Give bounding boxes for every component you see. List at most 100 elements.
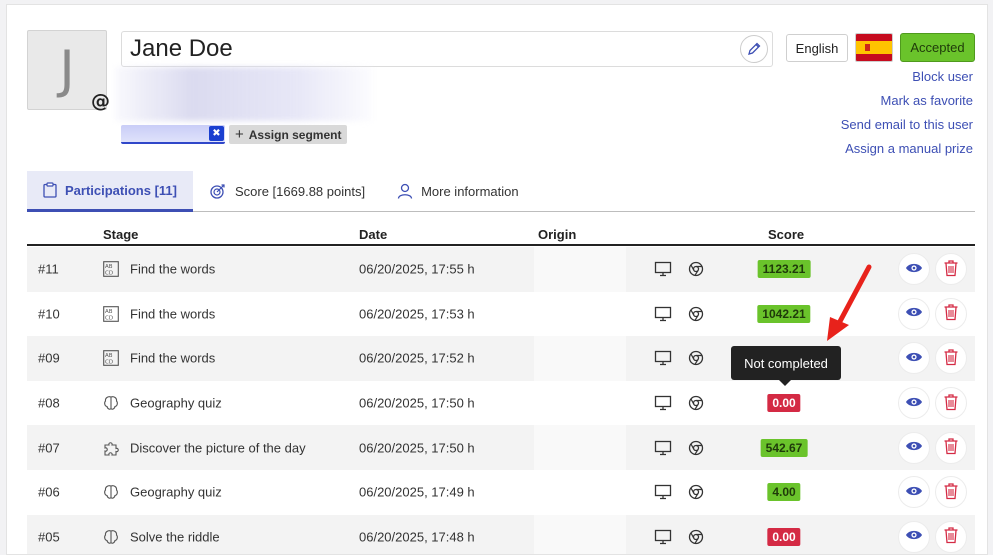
spain-flag-icon[interactable] — [855, 33, 893, 62]
participation-date: 06/20/2025, 17:50 h — [359, 395, 475, 411]
delete-button[interactable] — [935, 253, 967, 286]
svg-text:AB: AB — [105, 353, 113, 359]
origin-redacted — [534, 380, 626, 426]
tab-score[interactable]: Score [1669.88 points] — [193, 171, 381, 211]
edit-name-button[interactable] — [740, 35, 768, 63]
table-row: #08 Geography quiz 06/20/2025, 17:50 h 0.00 — [27, 380, 975, 426]
trash-icon — [943, 348, 959, 369]
eye-icon — [905, 485, 923, 500]
eye-icon — [905, 440, 923, 455]
trash-icon — [943, 482, 959, 503]
name-field[interactable]: Jane Doe — [121, 31, 773, 67]
view-button[interactable] — [898, 431, 930, 464]
stage-name: Geography quiz — [130, 395, 222, 411]
table-row: #06 Geography quiz 06/20/2025, 17:49 h 4.00 — [27, 469, 975, 515]
view-button[interactable] — [898, 253, 930, 286]
trash-icon — [943, 259, 959, 280]
desktop-icon — [654, 440, 672, 456]
user-icon — [397, 183, 413, 199]
score-badge: 0.00 — [767, 527, 801, 546]
desktop-icon — [654, 484, 672, 500]
user-actions: Block user Mark as favorite Send email t… — [841, 68, 973, 164]
tab-more-information[interactable]: More information — [381, 171, 535, 211]
header-score: Score — [768, 227, 805, 242]
svg-text:CD: CD — [105, 271, 113, 277]
delete-button[interactable] — [935, 476, 967, 509]
delete-button[interactable] — [935, 387, 967, 420]
participation-number: #07 — [38, 440, 60, 456]
svg-text:CD: CD — [105, 360, 113, 366]
score-badge: 542.67 — [760, 438, 808, 457]
tab-more-information-label: More information — [421, 183, 519, 199]
puzzle-icon — [103, 440, 119, 456]
table-header: Stage Date Origin Score — [27, 224, 975, 246]
delete-button[interactable] — [935, 297, 967, 330]
score-badge: 1042.21 — [757, 304, 811, 323]
red-arrow-annotation — [827, 264, 872, 341]
chrome-icon — [688, 306, 704, 322]
view-button[interactable] — [898, 520, 930, 553]
svg-text:AB: AB — [105, 309, 113, 315]
stage-name: Discover the picture of the day — [130, 440, 306, 456]
clipboard-icon — [43, 182, 57, 198]
remove-segment-button[interactable]: ✖ — [209, 126, 224, 141]
chrome-icon — [688, 484, 704, 500]
brain-icon — [103, 529, 119, 545]
stage-name: Solve the riddle — [130, 529, 220, 545]
view-button[interactable] — [898, 342, 930, 375]
stage-name: Find the words — [130, 261, 216, 277]
view-button[interactable] — [898, 476, 930, 509]
send-email-link[interactable]: Send email to this user — [841, 116, 973, 140]
origin-redacted — [534, 514, 626, 554]
email-redacted — [115, 67, 373, 121]
block-user-link[interactable]: Block user — [841, 68, 973, 92]
trash-icon — [943, 437, 959, 458]
tab-participations-label: Participations [11] — [65, 182, 177, 198]
header-stage: Stage — [103, 227, 139, 242]
participation-number: #10 — [38, 306, 60, 322]
svg-text:CD: CD — [105, 315, 113, 321]
participation-number: #09 — [38, 350, 60, 366]
delete-button[interactable] — [935, 342, 967, 375]
view-button[interactable] — [898, 297, 930, 330]
assign-segment-label: Assign segment — [248, 127, 342, 142]
participation-number: #06 — [38, 484, 60, 500]
assign-segment-button[interactable]: + Assign segment — [229, 125, 348, 144]
svg-text:AB: AB — [105, 264, 113, 270]
score-badge: 1123.21 — [757, 260, 811, 279]
brain-icon — [103, 395, 119, 411]
score-badge: 4.00 — [767, 483, 801, 502]
language-button[interactable]: English — [786, 34, 848, 62]
participation-date: 06/20/2025, 17:50 h — [359, 440, 475, 456]
header-origin: Origin — [538, 227, 577, 242]
origin-redacted — [534, 247, 626, 292]
chrome-icon — [688, 350, 704, 366]
stage-name: Find the words — [130, 306, 216, 322]
delete-button[interactable] — [935, 520, 967, 553]
trash-icon — [943, 526, 959, 547]
user-profile-panel: J @ Jane Doe ✖ + Assign segment English … — [6, 4, 988, 555]
origin-redacted — [534, 291, 626, 337]
pencil-icon — [748, 42, 761, 55]
participation-number: #05 — [38, 529, 60, 545]
origin-redacted — [534, 336, 626, 381]
mark-favorite-link[interactable]: Mark as favorite — [841, 92, 973, 116]
brain-icon — [103, 484, 119, 500]
table-row: #07 Discover the picture of the day 06/20/… — [27, 425, 975, 470]
assign-prize-link[interactable]: Assign a manual prize — [841, 140, 973, 164]
target-icon — [210, 184, 225, 199]
status-button[interactable]: Accepted — [900, 33, 975, 62]
word-grid-icon: AB CD — [103, 261, 119, 278]
header-date: Date — [359, 227, 388, 242]
at-icon: @ — [91, 90, 110, 112]
delete-button[interactable] — [935, 431, 967, 464]
chrome-icon — [688, 395, 704, 411]
tooltip: Not completed — [731, 346, 841, 386]
participation-date: 06/20/2025, 17:49 h — [359, 484, 475, 500]
score-badge: 0.00 — [767, 394, 801, 413]
eye-icon — [905, 351, 923, 366]
view-button[interactable] — [898, 387, 930, 420]
desktop-icon — [654, 395, 672, 411]
participation-date: 06/20/2025, 17:55 h — [359, 261, 475, 277]
tab-participations[interactable]: Participations [11] — [27, 171, 193, 212]
